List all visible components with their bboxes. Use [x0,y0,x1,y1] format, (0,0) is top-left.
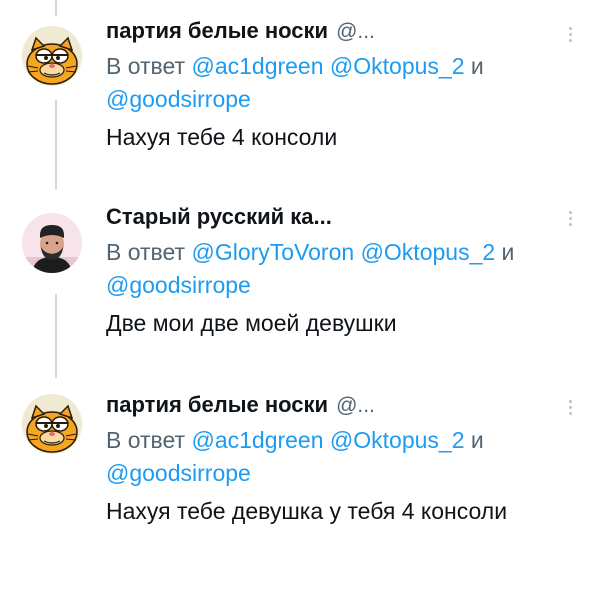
mention-link[interactable]: @Oktopus_2 [330,427,465,453]
author-name[interactable]: партия белые носки [106,18,328,44]
garfield-avatar-icon[interactable] [22,394,82,454]
more-options-icon[interactable] [566,400,574,415]
tweet-text: Нахуя тебе 4 консоли [106,124,338,150]
tweet-content: Старый русский ка... В ответ @GloryToVor… [106,204,564,338]
author-handle[interactable]: @... [336,20,375,44]
tweet-text: Нахуя тебе девушка у тебя 4 консоли [106,498,508,524]
man-photo-avatar-icon[interactable] [22,213,82,273]
reply-prefix: В ответ [106,427,186,453]
reply-conjunction: и [501,239,515,265]
garfield-avatar-icon[interactable] [22,26,82,86]
replying-to: В ответ @ac1dgreen @Oktopus_2 и @goodsir… [106,424,564,490]
replying-to: В ответ @GloryToVoron @Oktopus_2 и @good… [106,236,564,302]
reply-conjunction: и [470,427,484,453]
mention-link[interactable]: @Oktopus_2 [330,53,465,79]
mention-link[interactable]: @GloryToVoron [191,239,354,265]
tweet-text: Две мои две моей девушки [106,310,397,336]
replying-to: В ответ @ac1dgreen @Oktopus_2 и @goodsir… [106,50,564,116]
tweet[interactable]: партия белые носки @... В ответ @ac1dgre… [0,378,604,578]
mention-link[interactable]: @ac1dgreen [191,53,323,79]
tweet-content: партия белые носки @... В ответ @ac1dgre… [106,18,564,152]
reply-prefix: В ответ [106,53,186,79]
author-name[interactable]: Старый русский ка... [106,204,332,230]
mention-link[interactable]: @goodsirrope [106,460,251,486]
tweet-header: партия белые носки @... [106,18,564,48]
reply-thread: партия белые носки @... В ответ @ac1dgre… [0,0,604,601]
reply-prefix: В ответ [106,239,186,265]
mention-link[interactable]: @Oktopus_2 [361,239,496,265]
more-options-icon[interactable] [566,211,574,226]
more-options-icon[interactable] [566,27,574,42]
tweet-content: партия белые носки @... В ответ @ac1dgre… [106,392,564,526]
tweet[interactable]: партия белые носки @... В ответ @ac1dgre… [0,0,604,190]
mention-link[interactable]: @ac1dgreen [191,427,323,453]
mention-link[interactable]: @goodsirrope [106,272,251,298]
tweet-header: партия белые носки @... [106,392,564,422]
tweet[interactable]: Старый русский ка... В ответ @GloryToVor… [0,190,604,380]
tweet-header: Старый русский ка... [106,204,564,234]
author-handle[interactable]: @... [336,394,375,418]
reply-conjunction: и [470,53,484,79]
author-name[interactable]: партия белые носки [106,392,328,418]
mention-link[interactable]: @goodsirrope [106,86,251,112]
